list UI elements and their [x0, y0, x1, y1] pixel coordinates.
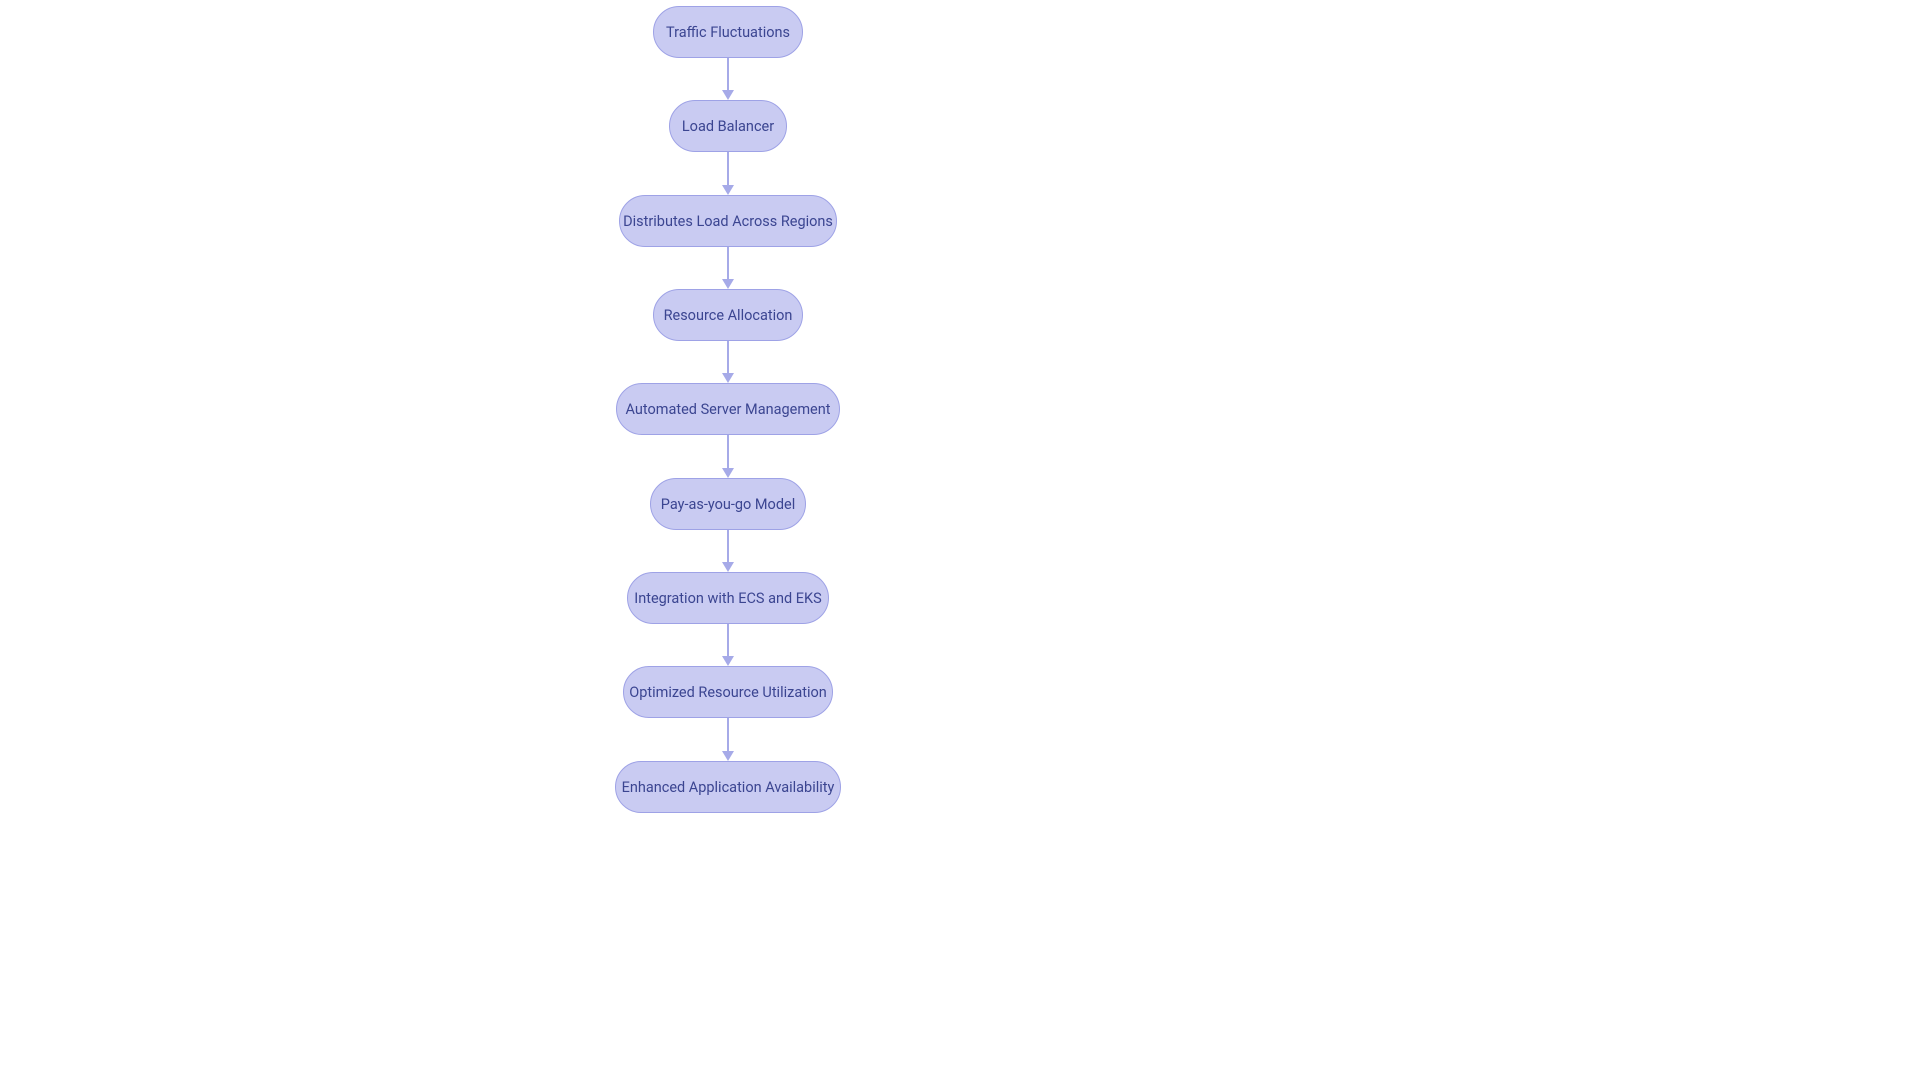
flowchart-canvas: { "nodes": [ { "id": "n0", "label": "Tra…	[0, 0, 1920, 1080]
flow-node-5: Pay-as-you-go Model	[650, 478, 806, 530]
flow-node-label: Traffic Fluctuations	[666, 24, 790, 41]
flow-node-6: Integration with ECS and EKS	[627, 572, 829, 624]
flow-node-1: Load Balancer	[669, 100, 787, 152]
arrow-head-icon	[722, 656, 734, 666]
arrow-line	[727, 530, 729, 562]
arrow-head-icon	[722, 279, 734, 289]
flow-node-4: Automated Server Management	[616, 383, 840, 435]
flow-node-3: Resource Allocation	[653, 289, 803, 341]
arrow-line	[727, 152, 729, 185]
flow-node-label: Resource Allocation	[664, 307, 793, 324]
flow-node-label: Optimized Resource Utilization	[629, 684, 827, 701]
arrow-line	[727, 58, 729, 90]
arrow-head-icon	[722, 373, 734, 383]
arrow-head-icon	[722, 90, 734, 100]
flow-node-label: Pay-as-you-go Model	[661, 496, 795, 513]
arrow-line	[727, 435, 729, 468]
arrow-head-icon	[722, 468, 734, 478]
flow-node-label: Distributes Load Across Regions	[623, 213, 833, 230]
flow-node-label: Load Balancer	[682, 118, 774, 135]
flow-node-7: Optimized Resource Utilization	[623, 666, 833, 718]
flow-node-label: Integration with ECS and EKS	[634, 590, 821, 607]
arrow-head-icon	[722, 562, 734, 572]
flow-node-label: Automated Server Management	[626, 401, 831, 418]
arrow-line	[727, 718, 729, 751]
arrow-line	[727, 624, 729, 656]
flow-node-0: Traffic Fluctuations	[653, 6, 803, 58]
flow-node-2: Distributes Load Across Regions	[619, 195, 837, 247]
arrow-line	[727, 341, 729, 373]
arrow-head-icon	[722, 185, 734, 195]
flow-node-8: Enhanced Application Availability	[615, 761, 841, 813]
arrow-head-icon	[722, 751, 734, 761]
flow-node-label: Enhanced Application Availability	[622, 779, 835, 796]
arrow-line	[727, 247, 729, 279]
